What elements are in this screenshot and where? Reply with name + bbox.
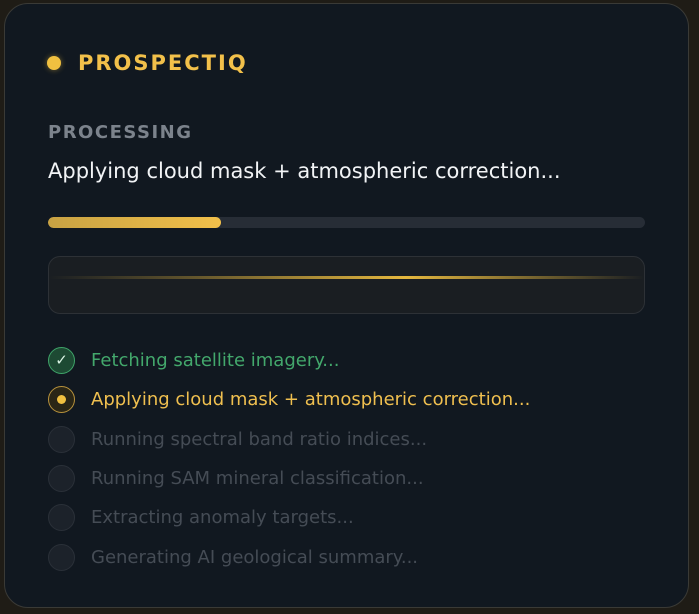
- processing-card: PROSPECTIQ PROCESSING Applying cloud mas…: [4, 3, 689, 608]
- step-list: ✓ Fetching satellite imagery... Applying…: [48, 341, 530, 577]
- pending-circle-icon: [48, 465, 75, 493]
- step-item: Extracting anomaly targets...: [48, 498, 530, 537]
- status-dot-icon: [47, 56, 61, 70]
- pending-circle-icon: [48, 504, 75, 532]
- step-label: Applying cloud mask + atmospheric correc…: [91, 389, 531, 411]
- progress-bar-fill: [48, 217, 222, 228]
- active-dot-icon: [48, 386, 75, 414]
- section-label: PROCESSING: [48, 122, 193, 143]
- scan-line: [49, 276, 644, 279]
- step-item: Generating AI geological summary...: [48, 537, 530, 576]
- step-label: Fetching satellite imagery...: [91, 350, 340, 372]
- step-item: Applying cloud mask + atmospheric correc…: [48, 380, 530, 419]
- progress-bar: [48, 217, 645, 228]
- pending-circle-icon: [48, 425, 75, 453]
- brand-header: PROSPECTIQ: [47, 51, 248, 75]
- pending-circle-icon: [48, 543, 75, 571]
- current-step-title: Applying cloud mask + atmospheric correc…: [48, 159, 561, 183]
- step-label: Running spectral band ratio indices...: [91, 428, 428, 450]
- scan-animation-panel: [48, 256, 645, 314]
- step-item: Running SAM mineral classification...: [48, 459, 530, 498]
- step-label: Extracting anomaly targets...: [91, 507, 354, 529]
- brand-name: PROSPECTIQ: [78, 51, 248, 75]
- step-item: Running spectral band ratio indices...: [48, 420, 530, 459]
- inner-dot-icon: [57, 395, 66, 405]
- step-label: Running SAM mineral classification...: [91, 468, 424, 490]
- step-item: ✓ Fetching satellite imagery...: [48, 341, 530, 380]
- check-icon: ✓: [48, 347, 75, 375]
- step-label: Generating AI geological summary...: [91, 546, 419, 568]
